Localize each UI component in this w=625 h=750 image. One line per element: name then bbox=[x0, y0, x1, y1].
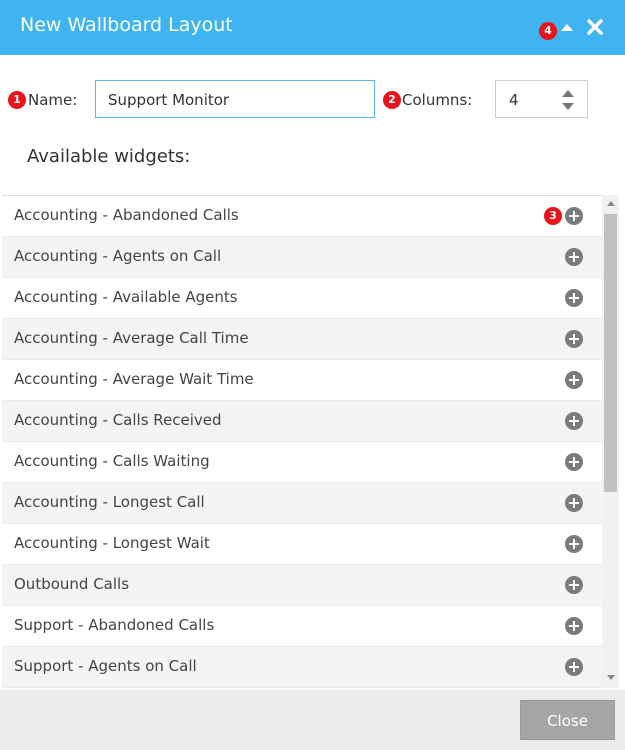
add-icon[interactable] bbox=[565, 330, 583, 348]
widget-label: Accounting - Calls Received bbox=[14, 411, 222, 429]
widget-row[interactable]: Accounting - Average Wait Time bbox=[2, 360, 602, 401]
annotation-badge-2: 2 bbox=[383, 91, 401, 109]
add-icon[interactable] bbox=[565, 248, 583, 266]
close-button[interactable]: Close bbox=[520, 700, 615, 740]
widget-row[interactable]: Accounting - Abandoned Calls bbox=[2, 196, 602, 237]
columns-label: Columns: bbox=[402, 91, 473, 109]
add-icon[interactable] bbox=[565, 494, 583, 512]
annotation-badge-1: 1 bbox=[8, 91, 26, 109]
add-icon[interactable] bbox=[565, 658, 583, 676]
add-icon[interactable] bbox=[565, 576, 583, 594]
widget-label: Accounting - Longest Wait bbox=[14, 534, 210, 552]
widget-row[interactable]: Accounting - Longest Wait bbox=[2, 524, 602, 565]
annotation-badge-3: 3 bbox=[544, 207, 562, 225]
chevron-up-icon[interactable] bbox=[561, 24, 573, 31]
add-icon[interactable] bbox=[565, 207, 583, 225]
add-icon[interactable] bbox=[565, 453, 583, 471]
scrollbar-thumb[interactable] bbox=[604, 214, 617, 492]
widget-row[interactable]: Accounting - Calls Received bbox=[2, 401, 602, 442]
dialog-title: New Wallboard Layout bbox=[20, 14, 233, 36]
add-icon[interactable] bbox=[565, 535, 583, 553]
widget-row[interactable]: Accounting - Calls Waiting bbox=[2, 442, 602, 483]
widget-row[interactable]: Accounting - Longest Call bbox=[2, 483, 602, 524]
columns-value: 4 bbox=[509, 91, 519, 109]
add-icon[interactable] bbox=[565, 617, 583, 635]
widget-label: Accounting - Average Wait Time bbox=[14, 370, 254, 388]
scroll-down-icon[interactable] bbox=[607, 675, 615, 680]
add-icon[interactable] bbox=[565, 289, 583, 307]
dialog-titlebar: New Wallboard Layout 4 bbox=[0, 0, 625, 55]
widget-row[interactable]: Outbound Calls bbox=[2, 565, 602, 606]
columns-stepper[interactable]: 4 bbox=[495, 80, 588, 118]
widget-label: Accounting - Agents on Call bbox=[14, 247, 222, 265]
widget-label: Accounting - Available Agents bbox=[14, 288, 238, 306]
widget-row[interactable]: Accounting - Average Call Time bbox=[2, 319, 602, 360]
widget-list: Accounting - Abandoned Calls Accounting … bbox=[2, 195, 602, 689]
widget-row[interactable]: Accounting - Available Agents bbox=[2, 278, 602, 319]
close-icon[interactable] bbox=[586, 18, 604, 36]
available-widgets-heading: Available widgets: bbox=[27, 146, 191, 167]
add-icon[interactable] bbox=[565, 371, 583, 389]
widget-label: Accounting - Calls Waiting bbox=[14, 452, 210, 470]
scroll-up-icon[interactable] bbox=[607, 201, 615, 206]
widget-label: Accounting - Average Call Time bbox=[14, 329, 249, 347]
name-input[interactable]: Support Monitor bbox=[95, 80, 375, 118]
widget-label: Support - Agents on Call bbox=[14, 657, 197, 675]
widget-label: Outbound Calls bbox=[14, 575, 130, 593]
widget-row[interactable]: Accounting - Agents on Call bbox=[2, 237, 602, 278]
widget-label: Accounting - Abandoned Calls bbox=[14, 206, 239, 224]
widget-label: Accounting - Longest Call bbox=[14, 493, 205, 511]
annotation-badge-4: 4 bbox=[539, 22, 557, 40]
widget-label: Support - Abandoned Calls bbox=[14, 616, 215, 634]
name-label: Name: bbox=[28, 91, 78, 109]
stepper-down-icon[interactable] bbox=[562, 103, 574, 110]
widget-row[interactable]: Support - Agents on Call bbox=[2, 647, 602, 688]
add-icon[interactable] bbox=[565, 412, 583, 430]
widget-list-scrollbar[interactable] bbox=[602, 195, 619, 688]
stepper-up-icon[interactable] bbox=[562, 90, 574, 97]
widget-row[interactable]: Support - Abandoned Calls bbox=[2, 606, 602, 647]
